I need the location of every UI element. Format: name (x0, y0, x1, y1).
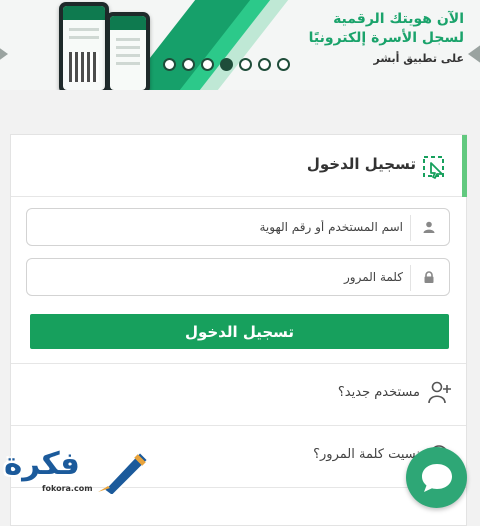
watermark-domain: fokora.com (42, 484, 93, 493)
banner-prev-arrow[interactable] (0, 44, 8, 64)
forgot-password-label: نسيت كلمة المرور؟ (313, 446, 420, 462)
login-cursor-icon (423, 156, 444, 179)
promo-banner[interactable]: الآن هويتك الرقمية لسجل الأسرة إلكترونيً… (0, 0, 480, 90)
carousel-dot[interactable] (201, 58, 214, 71)
banner-text: الآن هويتك الرقمية لسجل الأسرة إلكترونيً… (309, 10, 464, 65)
login-button[interactable]: تسجيل الدخول (30, 314, 449, 349)
password-input[interactable] (43, 259, 403, 295)
username-field[interactable] (26, 208, 450, 246)
user-icon (423, 221, 435, 233)
carousel-dots (163, 58, 290, 71)
carousel-dot[interactable] (220, 58, 233, 71)
password-field[interactable] (26, 258, 450, 296)
add-user-icon (428, 381, 451, 404)
banner-subheadline: لسجل الأسرة إلكترونيًا (308, 30, 464, 46)
pencil-icon (98, 450, 150, 494)
banner-headline: الآن هويتك الرقمية (333, 11, 464, 27)
carousel-dot[interactable] (258, 58, 271, 71)
carousel-dot[interactable] (239, 58, 252, 71)
watermark-brand: فكرة (4, 446, 80, 482)
phone-image (59, 2, 109, 90)
watermark-logo: فكرة fokora.com (4, 446, 154, 498)
new-user-label: مستخدم جديد؟ (337, 384, 420, 400)
new-user-link[interactable]: مستخدم جديد؟ (338, 379, 452, 405)
divider (11, 425, 466, 426)
chat-button[interactable] (406, 447, 467, 508)
username-input[interactable] (43, 209, 403, 245)
lock-icon (424, 271, 434, 283)
carousel-dot[interactable] (163, 58, 176, 71)
field-separator (410, 265, 411, 291)
divider (11, 363, 466, 364)
login-header: تسجيل الدخول (11, 135, 467, 197)
phone-image (106, 12, 150, 90)
carousel-dot[interactable] (277, 58, 290, 71)
header-accent-bar (462, 135, 467, 197)
login-title: تسجيل الدخول (306, 155, 416, 173)
chat-bubble-icon (421, 463, 452, 492)
banner-caption: على تطبيق أبشر (373, 52, 464, 65)
banner-next-arrow[interactable] (468, 44, 480, 64)
carousel-dot[interactable] (182, 58, 195, 71)
field-separator (410, 215, 411, 241)
